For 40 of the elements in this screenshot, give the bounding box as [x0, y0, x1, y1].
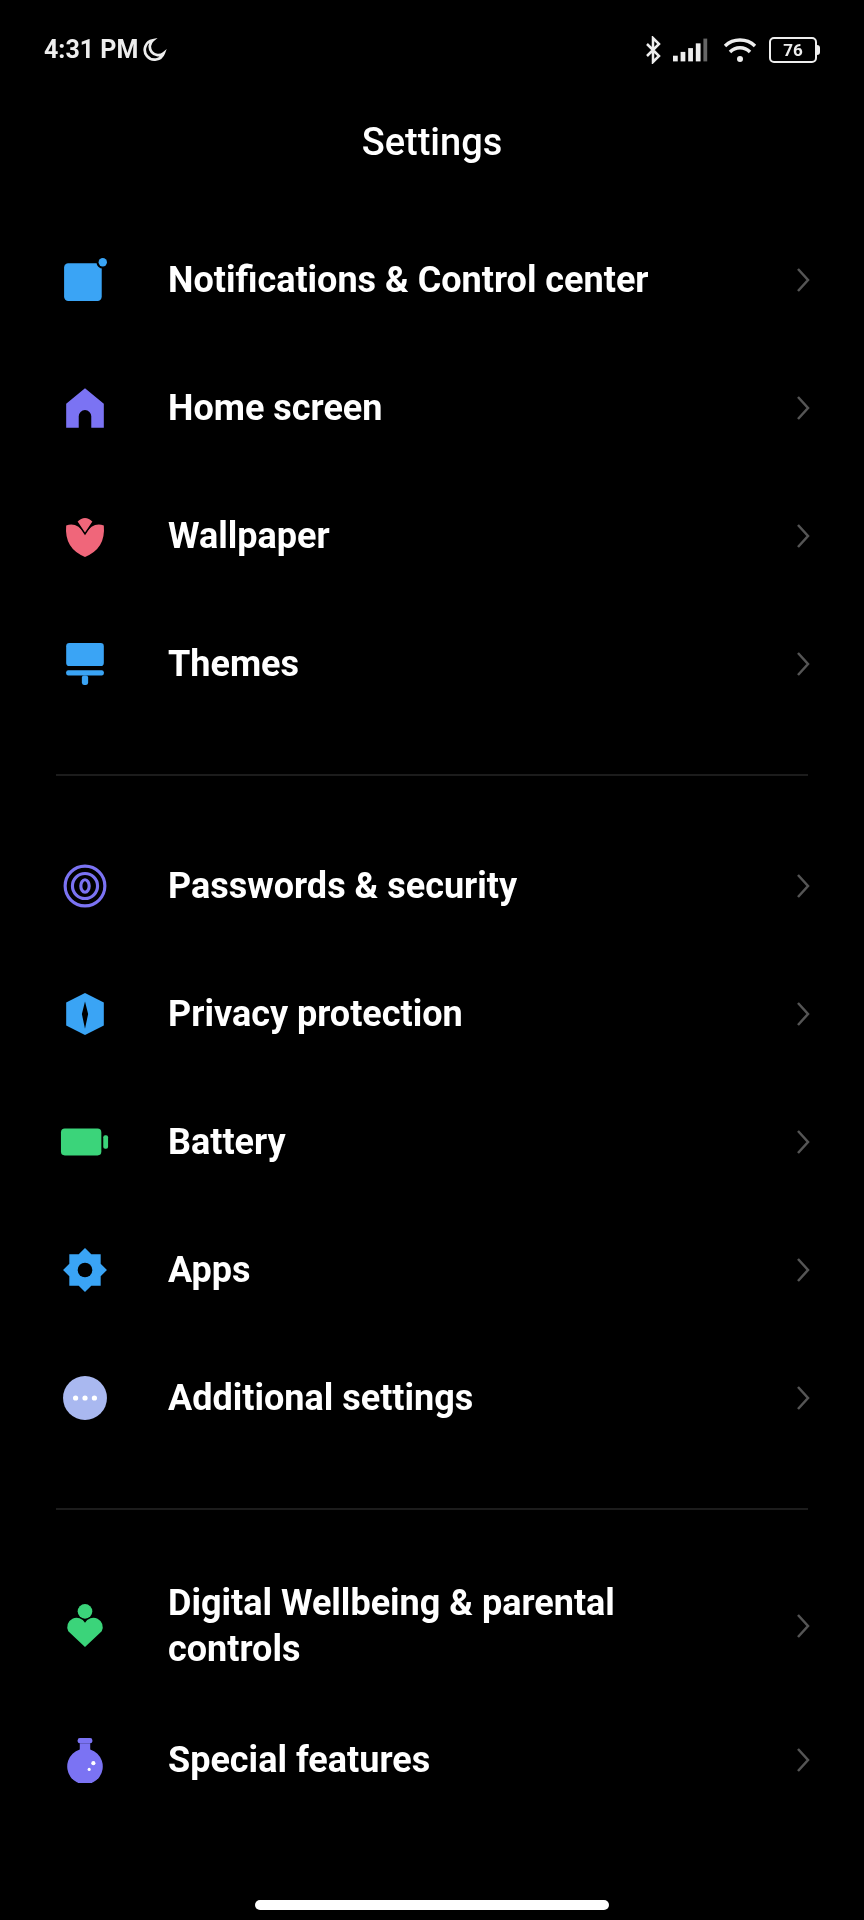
settings-item[interactable]: Battery: [0, 1078, 864, 1206]
item-label: Apps: [168, 1248, 252, 1293]
settings-item[interactable]: Wallpaper: [0, 472, 864, 600]
wifi-icon: [723, 37, 757, 63]
chevron-right-icon: [796, 651, 810, 677]
chevron-right-icon: [796, 873, 810, 899]
bluetooth-icon: [645, 36, 661, 64]
settings-item[interactable]: Apps: [0, 1206, 864, 1334]
chevron-right-icon: [796, 395, 810, 421]
settings-item[interactable]: Themes: [0, 600, 864, 728]
settings-item[interactable]: Privacy protection: [0, 950, 864, 1078]
chevron-right-icon: [796, 523, 810, 549]
chevron-right-icon: [796, 1001, 810, 1027]
more-icon: [60, 1375, 110, 1421]
item-label: Special features: [168, 1738, 432, 1783]
status-time: 4:31 PM: [44, 34, 139, 67]
item-label: Passwords & security: [168, 864, 519, 909]
chevron-right-icon: [796, 1747, 810, 1773]
chevron-right-icon: [796, 1257, 810, 1283]
item-label: Battery: [168, 1120, 287, 1165]
moon-icon: [142, 37, 169, 63]
settings-item[interactable]: Home screen: [0, 344, 864, 472]
settings-item[interactable]: Special features: [0, 1696, 864, 1824]
item-label: Notifications & Control center: [168, 258, 650, 303]
item-label: Themes: [168, 642, 301, 687]
chevron-right-icon: [796, 267, 810, 293]
page-title: Settings: [361, 119, 503, 166]
chevron-right-icon: [796, 1385, 810, 1411]
chevron-right-icon: [796, 1129, 810, 1155]
settings-item[interactable]: Passwords & security: [0, 822, 864, 950]
item-label: Privacy protection: [168, 992, 464, 1037]
item-label: Digital Wellbeing & parental controls: [168, 1581, 616, 1672]
chevron-right-icon: [796, 1613, 810, 1639]
settings-item[interactable]: Notifications & Control center: [0, 216, 864, 344]
item-label: Wallpaper: [168, 514, 331, 559]
item-label: Additional settings: [168, 1376, 475, 1421]
settings-item[interactable]: Additional settings: [0, 1334, 864, 1462]
battery-level: 76: [783, 41, 803, 59]
settings-item[interactable]: Digital Wellbeing & parental controls: [0, 1556, 864, 1696]
item-label: Home screen: [168, 386, 384, 431]
